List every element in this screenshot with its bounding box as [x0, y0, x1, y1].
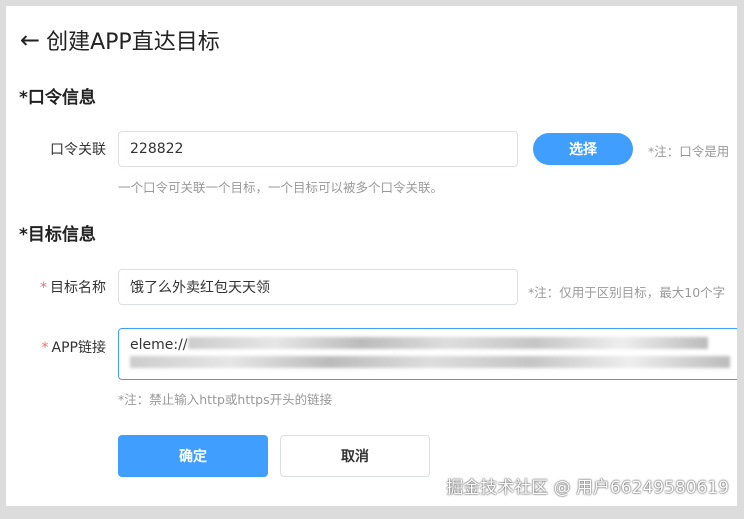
back-arrow-icon[interactable]: ← [20, 26, 40, 54]
page-header: ← 创建APP直达目标 [20, 24, 220, 56]
target-name-input[interactable]: 饿了么外卖红包天天领 [118, 269, 518, 305]
confirm-button[interactable]: 确定 [118, 435, 268, 477]
command-input[interactable]: 228822 [118, 131, 518, 167]
blurred-link-text [187, 337, 708, 349]
command-note: *注：口令是用 [648, 144, 730, 159]
app-link-textarea[interactable]: eleme:// [118, 328, 737, 380]
blurred-link-text [130, 356, 730, 368]
page-title: 创建APP直达目标 [46, 30, 220, 55]
select-button[interactable]: 选择 [533, 133, 633, 165]
target-name-note: *注：仅用于区别目标，最大10个字 [528, 285, 726, 300]
app-link-label: * APP链接 [41, 340, 106, 356]
watermark: 掘金技术社区 @ 用户66249580619 [446, 478, 729, 498]
command-section-title: *口令信息 [19, 88, 96, 108]
app-link-note: *注：禁止输入http或https开头的链接 [118, 392, 333, 407]
cancel-button[interactable]: 取消 [280, 435, 430, 477]
page-card: ← 创建APP直达目标 *口令信息 口令关联 228822 选择 *注：口令是用… [6, 6, 737, 506]
command-help: 一个口令可关联一个目标，一个目标可以被多个口令关联。 [118, 180, 444, 195]
target-name-label: * 目标名称 [40, 280, 106, 296]
command-label: 口令关联 [50, 142, 106, 158]
target-section-title: *目标信息 [19, 225, 96, 245]
